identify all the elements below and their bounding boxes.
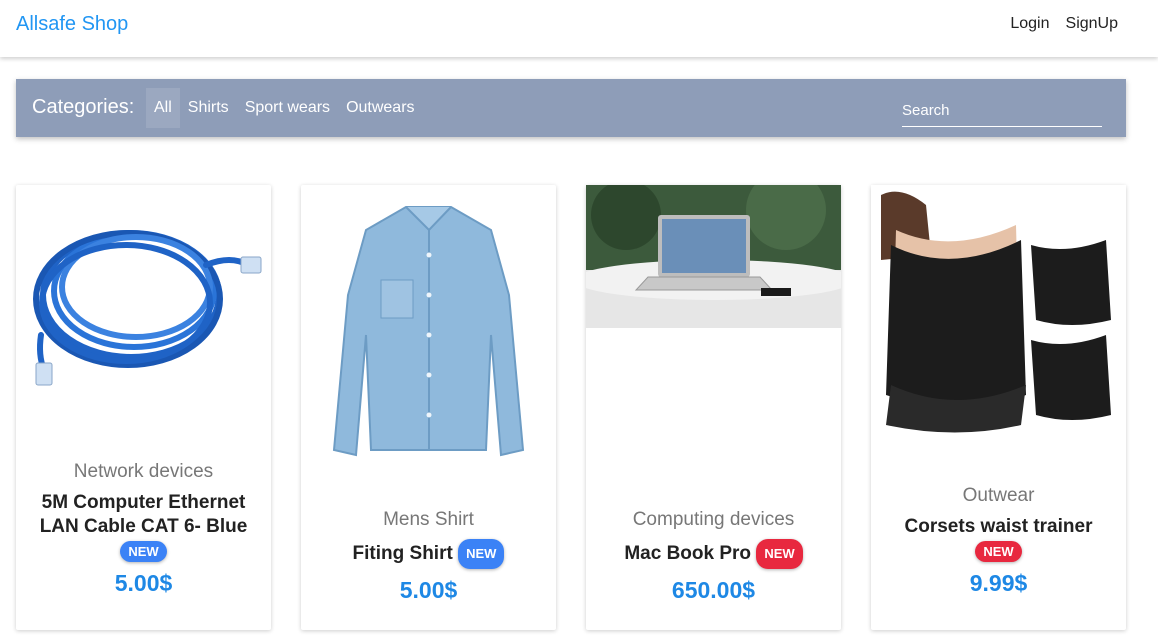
tab-all[interactable]: All xyxy=(146,88,180,128)
product-title-line2[interactable]: LAN Cable CAT 6- Blue xyxy=(26,515,261,539)
product-category: Mens Shirt xyxy=(383,509,474,530)
product-category: Network devices xyxy=(73,461,214,482)
top-navbar: Allsafe Shop Login SignUp xyxy=(0,0,1158,57)
product-price: 5.00$ xyxy=(114,570,173,596)
product-image-ethernet-cable xyxy=(33,230,262,386)
product-category: Outwear xyxy=(962,485,1035,506)
product-info: Computing devices Mac Book Pro NEW 650.0… xyxy=(586,509,841,604)
tab-outwears[interactable]: Outwears xyxy=(338,88,422,128)
product-info: Outwear Corsets waist trainer NEW 9.99$ xyxy=(871,485,1126,597)
product-price: 9.99$ xyxy=(969,570,1028,596)
product-category: Computing devices xyxy=(632,509,795,530)
product-card[interactable]: Outwear Corsets waist trainer NEW 9.99$ xyxy=(871,185,1126,630)
product-image-laptop xyxy=(586,185,841,328)
auth-links: Login SignUp xyxy=(1010,15,1118,33)
tab-shirts[interactable]: Shirts xyxy=(180,88,237,128)
product-card[interactable]: Computing devices Mac Book Pro NEW 650.0… xyxy=(586,185,841,630)
category-bar: Categories: All Shirts Sport wears Outwe… xyxy=(16,79,1126,137)
categories-title: Categories: xyxy=(32,96,135,118)
product-title[interactable]: 5M Computer Ethernet xyxy=(26,491,261,515)
product-image-corset xyxy=(871,185,1126,440)
product-info: Mens Shirt Fiting Shirt NEW 5.00$ xyxy=(301,509,556,604)
product-card[interactable]: Mens Shirt Fiting Shirt NEW 5.00$ xyxy=(301,185,556,630)
product-image-denim-shirt xyxy=(332,206,525,457)
product-title[interactable]: Fiting Shirt xyxy=(353,543,453,564)
product-title-row: Mac Book Pro NEW xyxy=(596,539,831,569)
new-badge: NEW xyxy=(120,541,167,562)
product-title[interactable]: Corsets waist trainer xyxy=(881,515,1116,539)
category-tabs: All Shirts Sport wears Outwears xyxy=(146,88,423,128)
login-link[interactable]: Login xyxy=(1010,15,1049,33)
product-title-row: Fiting Shirt NEW xyxy=(311,539,546,569)
product-info: Network devices 5M Computer Ethernet LAN… xyxy=(16,461,271,597)
signup-link[interactable]: SignUp xyxy=(1066,15,1118,33)
new-badge: NEW xyxy=(756,539,803,569)
search-input[interactable] xyxy=(902,95,1102,127)
product-card[interactable]: Network devices 5M Computer Ethernet LAN… xyxy=(16,185,271,630)
tab-sport-wears[interactable]: Sport wears xyxy=(237,88,338,128)
brand-logo-link[interactable]: Allsafe Shop xyxy=(16,13,128,36)
product-title[interactable]: Mac Book Pro xyxy=(624,543,751,564)
product-price: 5.00$ xyxy=(399,577,458,603)
new-badge: NEW xyxy=(975,541,1022,562)
product-price: 650.00$ xyxy=(671,577,756,603)
new-badge: NEW xyxy=(458,539,505,569)
